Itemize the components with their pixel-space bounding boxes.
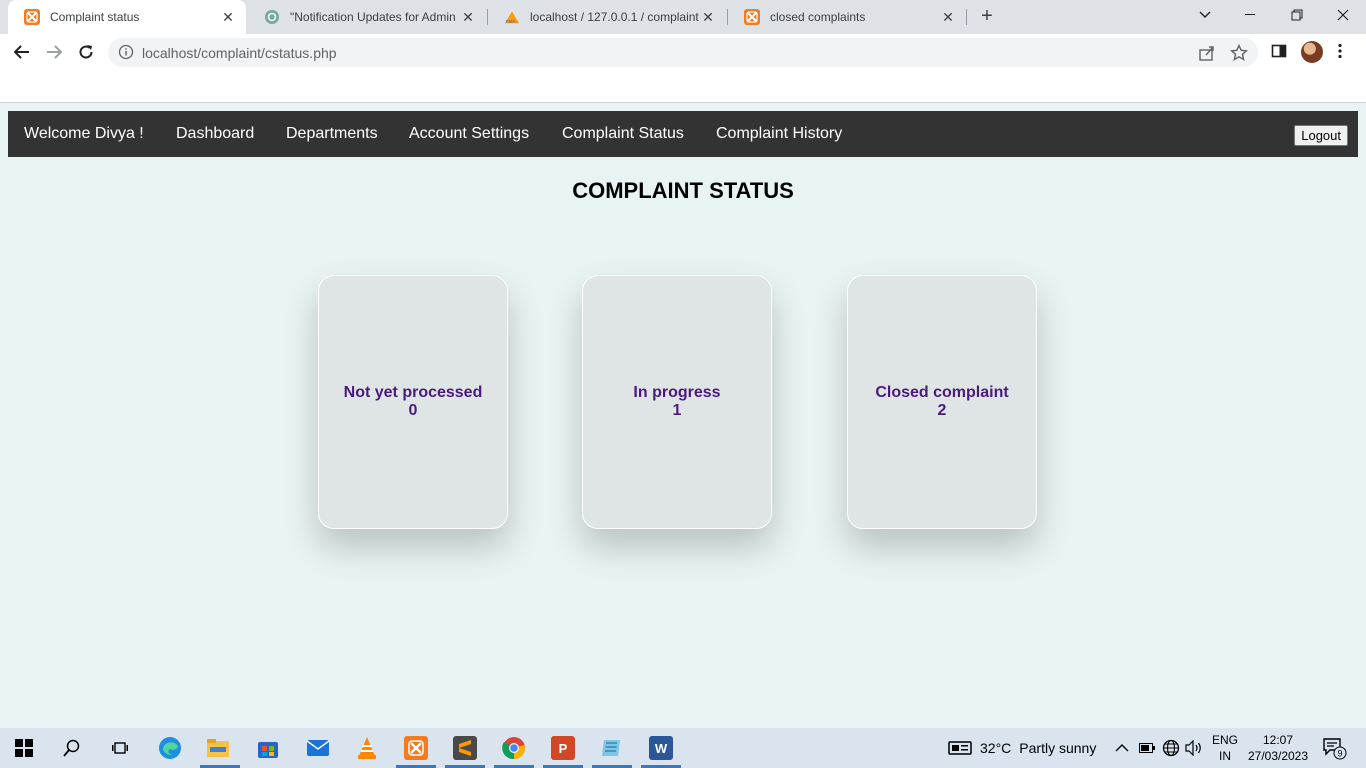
tab-phpmyadmin[interactable]: PMA localhost / 127.0.0.1 / complaint ✕ bbox=[488, 0, 726, 34]
notification-count: 9 bbox=[1337, 749, 1342, 759]
top-navbar: Welcome Divya ! Dashboard Departments Ac… bbox=[8, 111, 1358, 157]
bookmark-star-icon[interactable] bbox=[1229, 43, 1249, 62]
card-label: Not yet processed bbox=[343, 384, 483, 401]
card-count: 1 bbox=[672, 402, 682, 419]
close-tab-icon[interactable]: ✕ bbox=[700, 9, 716, 26]
nav-link-dashboard[interactable]: Dashboard bbox=[176, 111, 254, 157]
new-tab-button[interactable]: + bbox=[976, 5, 998, 27]
forward-arrow-icon[interactable] bbox=[42, 40, 66, 64]
search-icon[interactable] bbox=[60, 736, 84, 760]
microsoft-store-icon[interactable] bbox=[256, 736, 280, 760]
side-panel-icon[interactable] bbox=[1271, 43, 1289, 61]
windows-taskbar: P W 32°C Partly sunny ENG IN 12:07 27/03… bbox=[0, 728, 1366, 768]
more-menu-icon[interactable] bbox=[1337, 43, 1355, 61]
status-card-not-yet-processed: Not yet processed 0 bbox=[318, 275, 508, 529]
tab-search-chevron-icon[interactable] bbox=[1182, 0, 1228, 30]
weather-temp: 32°C bbox=[980, 740, 1012, 756]
address-bar[interactable]: localhost/complaint/cstatus.php bbox=[108, 38, 1258, 67]
restore-icon[interactable] bbox=[1274, 0, 1320, 30]
tab-title: "Notification Updates for Admin bbox=[290, 10, 456, 24]
word-icon[interactable]: W bbox=[649, 736, 673, 760]
clock-time: 12:07 bbox=[1262, 733, 1294, 747]
battery-icon[interactable] bbox=[1139, 728, 1155, 768]
nav-link-departments[interactable]: Departments bbox=[286, 111, 378, 157]
status-card-in-progress: In progress 1 bbox=[582, 275, 772, 529]
chrome-icon[interactable] bbox=[502, 736, 526, 760]
tab-title: Complaint status bbox=[50, 10, 140, 24]
welcome-text: Welcome Divya ! bbox=[24, 125, 144, 142]
input-language-indicator[interactable]: ENG IN bbox=[1210, 732, 1240, 764]
volume-icon[interactable] bbox=[1185, 728, 1203, 768]
share-icon[interactable] bbox=[1198, 44, 1216, 62]
weather-widget[interactable]: 32°C Partly sunny bbox=[948, 728, 1096, 768]
close-window-icon[interactable] bbox=[1320, 0, 1366, 30]
weather-description: Partly sunny bbox=[1019, 740, 1097, 756]
system-clock[interactable]: 12:07 27/03/2023 bbox=[1246, 732, 1310, 764]
card-label: Closed complaint bbox=[875, 384, 1009, 401]
nav-link-account-settings[interactable]: Account Settings bbox=[409, 111, 529, 157]
page-viewport: Welcome Divya ! Dashboard Departments Ac… bbox=[0, 103, 1366, 728]
card-count: 0 bbox=[408, 402, 418, 419]
powerpoint-icon[interactable]: P bbox=[551, 736, 575, 760]
nav-link-complaint-history[interactable]: Complaint History bbox=[716, 111, 842, 157]
network-globe-icon[interactable] bbox=[1162, 728, 1180, 768]
sublime-text-icon[interactable] bbox=[453, 736, 477, 760]
page-title: COMPLAINT STATUS bbox=[572, 178, 794, 203]
xampp-icon bbox=[744, 9, 760, 25]
notification-center-icon[interactable]: 9 bbox=[1322, 728, 1348, 768]
tab-title: localhost / 127.0.0.1 / complaint bbox=[530, 10, 699, 24]
browser-tab-strip: Complaint status ✕ "Notification Updates… bbox=[0, 0, 1366, 34]
chatgpt-icon bbox=[264, 9, 280, 25]
file-explorer-icon[interactable] bbox=[206, 736, 230, 760]
svg-text:PMA: PMA bbox=[506, 19, 517, 24]
close-tab-icon[interactable]: ✕ bbox=[220, 9, 236, 26]
xampp-icon bbox=[24, 9, 40, 25]
close-tab-icon[interactable]: ✕ bbox=[460, 9, 476, 26]
minimize-icon[interactable] bbox=[1228, 0, 1274, 30]
back-arrow-icon[interactable] bbox=[10, 40, 34, 64]
weather-icon bbox=[948, 740, 972, 756]
close-tab-icon[interactable]: ✕ bbox=[940, 9, 956, 26]
status-card-closed-complaint: Closed complaint 2 bbox=[847, 275, 1037, 529]
windows-start-icon[interactable] bbox=[12, 736, 36, 760]
logout-button[interactable]: Logout bbox=[1294, 125, 1348, 146]
xampp-icon[interactable] bbox=[404, 736, 428, 760]
tab-title: closed complaints bbox=[770, 10, 866, 24]
phpmyadmin-icon: PMA bbox=[504, 9, 520, 25]
reload-icon[interactable] bbox=[74, 40, 98, 64]
profile-avatar[interactable] bbox=[1301, 41, 1323, 63]
tab-closed-complaints[interactable]: closed complaints ✕ bbox=[728, 0, 966, 34]
show-hidden-icons-chevron-icon[interactable] bbox=[1115, 728, 1129, 768]
notepad-icon[interactable] bbox=[600, 736, 624, 760]
url-text: localhost/complaint/cstatus.php bbox=[142, 45, 337, 61]
site-info-icon[interactable] bbox=[118, 44, 134, 60]
tab-separator bbox=[966, 9, 967, 25]
browser-toolbar: localhost/complaint/cstatus.php bbox=[0, 34, 1366, 70]
vlc-icon[interactable] bbox=[355, 736, 379, 760]
tab-notification-updates[interactable]: "Notification Updates for Admin ✕ bbox=[248, 0, 486, 34]
edge-icon[interactable] bbox=[158, 736, 182, 760]
nav-link-complaint-status[interactable]: Complaint Status bbox=[562, 111, 684, 157]
language-code: ENG bbox=[1211, 733, 1238, 747]
card-label: In progress bbox=[633, 384, 721, 401]
tab-complaint-status[interactable]: Complaint status ✕ bbox=[8, 0, 246, 34]
card-count: 2 bbox=[937, 402, 947, 419]
clock-date: 27/03/2023 bbox=[1247, 749, 1309, 763]
region-code: IN bbox=[1219, 749, 1231, 763]
task-view-icon[interactable] bbox=[108, 736, 132, 760]
mail-icon[interactable] bbox=[306, 736, 330, 760]
